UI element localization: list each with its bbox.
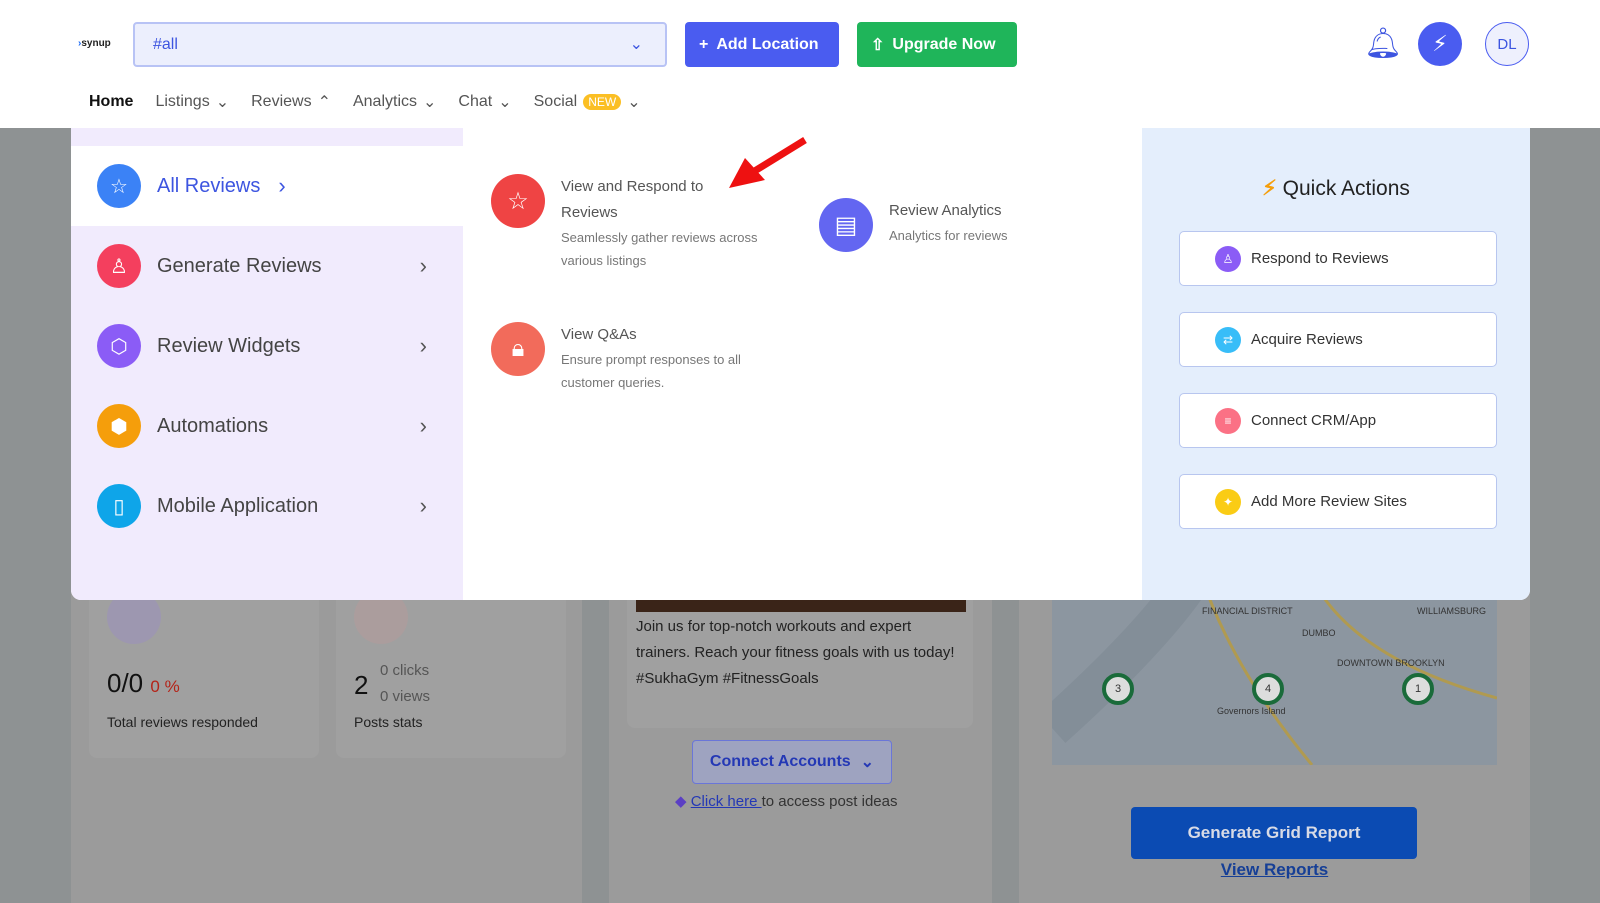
reviews-features: ☆ View and Respond to Reviews Seamlessly g… — [463, 128, 1142, 600]
reviews-dropdown-menu: ☆ All Reviews › ♙ Generate Reviews › ⬡ Review… — [71, 128, 1530, 600]
nav-listings[interactable]: Listings ⌄ — [155, 92, 229, 112]
chevron-right-icon: › — [419, 253, 427, 278]
nav-reviews[interactable]: Reviews ⌃ — [251, 92, 331, 112]
document-icon: ▤ — [819, 198, 873, 252]
chevron-right-icon: › — [419, 333, 427, 358]
chevron-down-icon: ⌄ — [627, 94, 641, 111]
bell-icon[interactable]: 🔔︎ — [1364, 26, 1402, 61]
feature-review-analytics[interactable]: ▤ Review Analytics Analytics for reviews — [819, 198, 1109, 252]
nav-analytics[interactable]: Analytics ⌄ — [353, 92, 436, 112]
quick-action-respond[interactable]: ♙ Respond to Reviews — [1179, 231, 1497, 286]
red-arrow-annotation — [729, 137, 807, 188]
chevron-right-icon: › — [278, 173, 286, 198]
lightning-icon[interactable]: ⚡︎ — [1418, 22, 1462, 66]
nav-chat[interactable]: Chat ⌄ — [458, 92, 511, 112]
view-reports-link[interactable]: View Reports — [1019, 860, 1530, 880]
chevron-up-icon: ⌃ — [317, 94, 331, 111]
sparkle-icon: ✦ — [1215, 488, 1241, 515]
upgrade-now-button[interactable]: ⇧ Upgrade Now — [857, 22, 1017, 67]
hexagon-gear-icon: ⬢ — [97, 404, 141, 448]
click-here-link[interactable]: Click here — [691, 793, 762, 810]
chevron-right-icon: › — [419, 413, 427, 438]
map[interactable]: FINANCIAL DISTRICT DUMBO DOWNTOWN BROOKL… — [1052, 578, 1497, 765]
header: ›synup #all ⌄ + Add Location ⇧ Upgrade Now … — [0, 0, 1600, 128]
chevron-down-icon: ⌄ — [498, 94, 512, 111]
list-settings-icon: ≡ — [1215, 407, 1241, 434]
chevron-down-icon: ⌄ — [629, 36, 643, 53]
menu-all-reviews[interactable]: ☆ All Reviews › — [71, 146, 463, 226]
map-pin[interactable]: 4 — [1252, 673, 1284, 705]
avatar[interactable]: DL — [1485, 22, 1529, 66]
reviews-card: 0/0 0 % Total reviews responded — [89, 578, 319, 758]
ai-logo-icon: ◆ — [675, 793, 687, 810]
menu-automations[interactable]: ⬢ Automations › — [71, 386, 463, 466]
quick-action-connect-crm[interactable]: ≡ Connect CRM/App — [1179, 393, 1497, 448]
map-pin[interactable]: 1 — [1402, 673, 1434, 705]
widget-icon: ⬡ — [97, 324, 141, 368]
map-pin[interactable]: 3 — [1102, 673, 1134, 705]
lightning-icon: ⚡︎ — [1262, 177, 1277, 200]
quick-action-acquire[interactable]: ⇄ Acquire Reviews — [1179, 312, 1497, 367]
main-nav: Home Listings ⌄ Reviews ⌃ Analytics ⌄ Chat ⌄… — [89, 92, 641, 112]
plus-icon: + — [699, 35, 709, 53]
nav-home[interactable]: Home — [89, 92, 133, 112]
add-location-button[interactable]: + Add Location — [685, 22, 839, 67]
connect-accounts-button[interactable]: Connect Accounts ⌄ — [692, 740, 892, 784]
reviews-submenu: ☆ All Reviews › ♙ Generate Reviews › ⬡ Review… — [71, 128, 463, 600]
chevron-down-icon: ⌄ — [215, 94, 230, 111]
lock-icon: 🔒︎ — [491, 322, 545, 376]
location-search[interactable]: #all ⌄ — [133, 22, 667, 67]
user-star-icon: ♙ — [97, 244, 141, 288]
chevron-down-icon: ⌄ — [860, 754, 875, 771]
swap-arrows-icon: ⇄ — [1215, 326, 1241, 353]
menu-mobile-application[interactable]: ▯ Mobile Application › — [71, 466, 463, 546]
quick-action-add-sites[interactable]: ✦ Add More Review Sites — [1179, 474, 1497, 529]
new-badge: NEW — [583, 94, 622, 110]
menu-review-widgets[interactable]: ⬡ Review Widgets › — [71, 306, 463, 386]
nav-social[interactable]: Social NEW ⌄ — [534, 92, 641, 112]
post-ideas-line: ◆ Click here to access post ideas — [675, 793, 898, 810]
quick-actions-panel: ⚡︎ Quick Actions ♙ Respond to Reviews ⇄ Ac… — [1142, 128, 1530, 600]
chevron-right-icon: › — [419, 493, 427, 518]
star-icon: ☆ — [97, 164, 141, 208]
mobile-icon: ▯ — [97, 484, 141, 528]
arrow-up-circle-icon: ⇧ — [871, 36, 885, 54]
generate-grid-report-button[interactable]: Generate Grid Report — [1131, 807, 1417, 859]
synup-logo[interactable]: ›synup — [78, 38, 111, 49]
posts-card: 2 0 clicks 0 views Posts stats — [336, 578, 566, 758]
chevron-down-icon: ⌄ — [423, 94, 437, 111]
user-icon: ♙ — [1215, 245, 1241, 272]
star-icon: ☆ — [491, 174, 545, 228]
feature-view-qas[interactable]: 🔒︎ View Q&As Ensure prompt responses to al… — [491, 322, 781, 394]
menu-generate-reviews[interactable]: ♙ Generate Reviews › — [71, 226, 463, 306]
